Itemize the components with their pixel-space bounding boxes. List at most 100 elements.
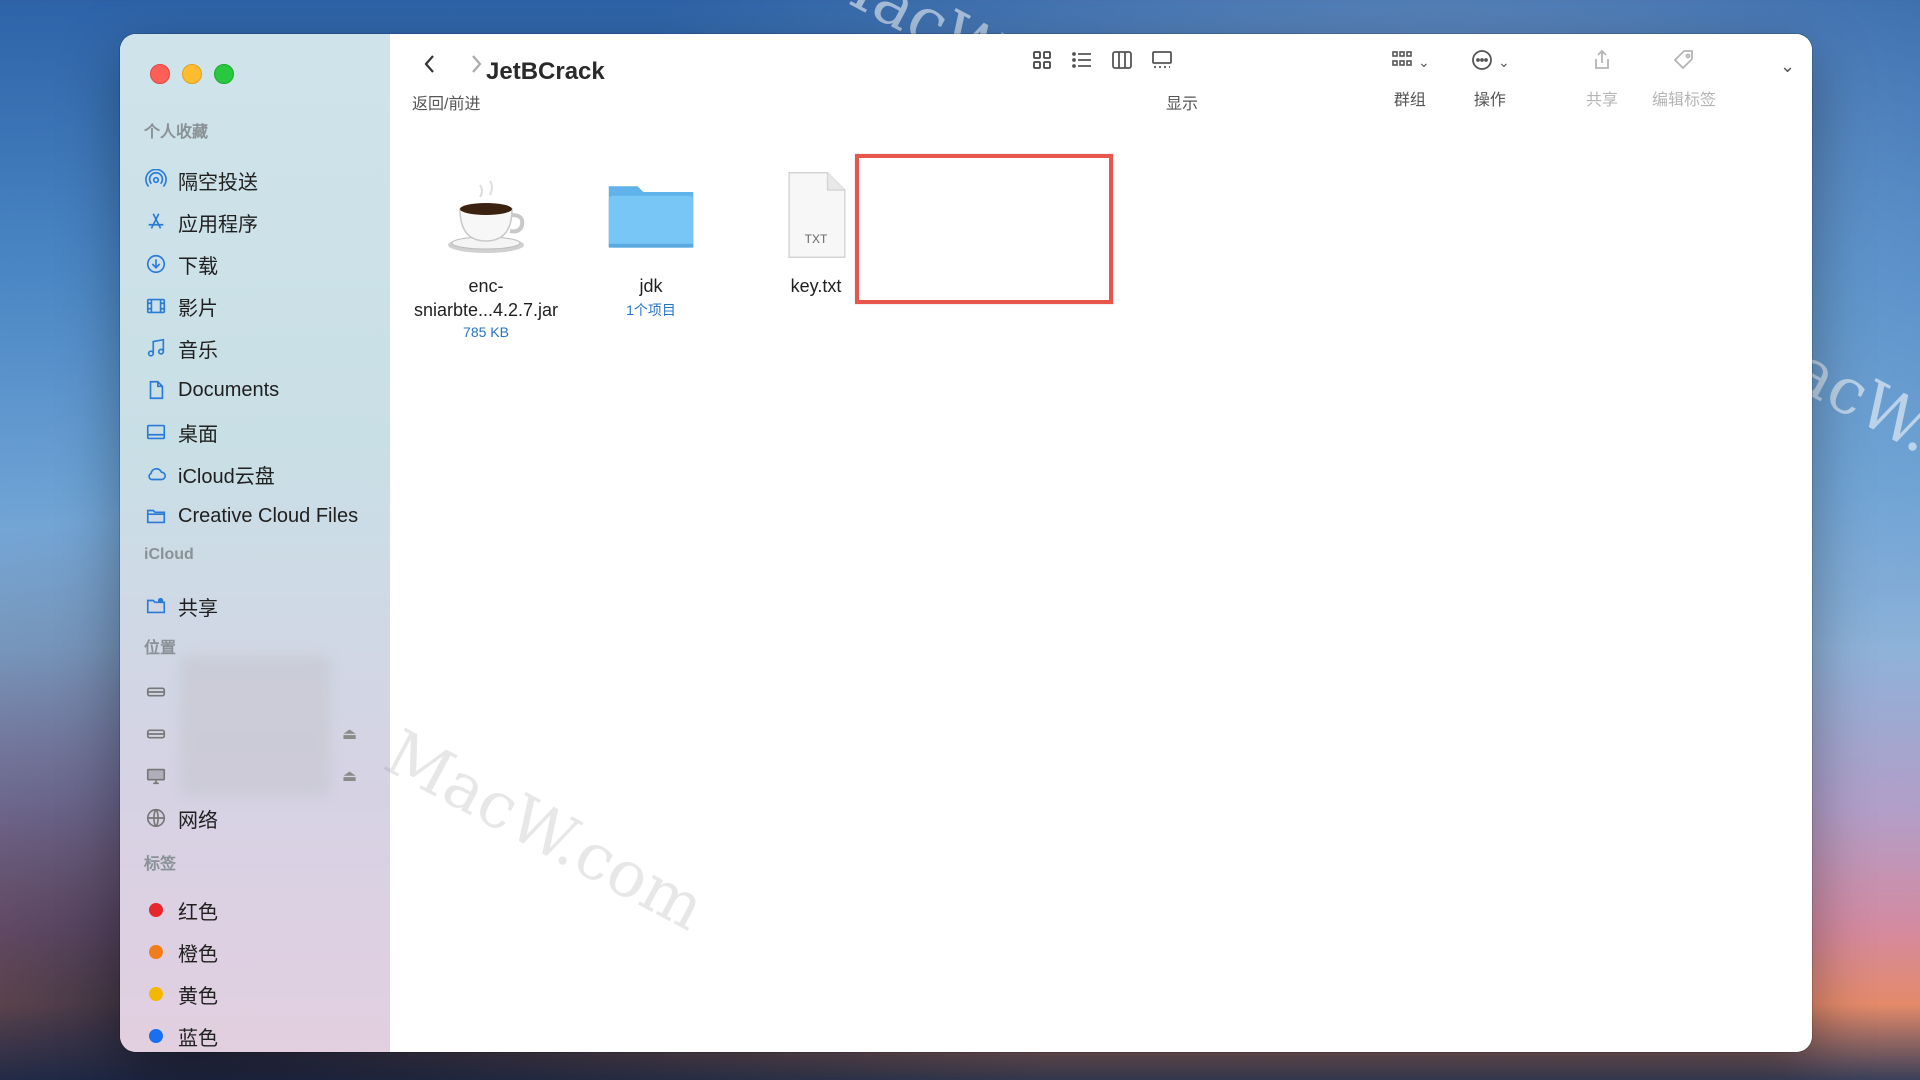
tag-color-dot (149, 1029, 163, 1043)
more-menu-1[interactable]: ⌄ (1780, 52, 1795, 80)
sidebar-item-label: 黄色 (178, 985, 218, 1008)
tag-color-dot (149, 945, 163, 959)
list-view-icon[interactable] (1070, 48, 1094, 77)
sidebar-tag-red[interactable]: 红色 (144, 892, 218, 928)
chevron-down-icon: ⌄ (1498, 53, 1510, 70)
file-item-jdk[interactable]: jdk 1个项目 (571, 160, 731, 320)
window-title: JetBCrack (486, 58, 605, 85)
sidebar-item-label: 共享 (178, 597, 218, 620)
downloads-icon (144, 252, 168, 276)
action-button[interactable]: ⌄ 操作 (1470, 48, 1510, 110)
tag-color-dot (149, 987, 163, 1001)
chevron-down-icon: ⌄ (1418, 53, 1430, 70)
sidebar-item-music[interactable]: 音乐 (144, 330, 218, 366)
share-icon (1590, 48, 1614, 77)
sidebar-item-label: 桌面 (178, 423, 218, 446)
zoom-button[interactable] (214, 64, 234, 84)
locations-header: 位置 (144, 640, 177, 657)
view-switcher[interactable] (1030, 48, 1174, 76)
sidebar-item-downloads[interactable]: 下载 (144, 246, 218, 282)
folder-icon (144, 504, 168, 528)
sidebar-item-label: Documents (178, 378, 280, 401)
icon-view-icon[interactable] (1030, 48, 1054, 77)
disk-icon (144, 680, 168, 704)
tags-header: 标签 (144, 856, 177, 873)
airdrop-icon (144, 168, 168, 192)
view-label-wrap: 显示 (1166, 90, 1198, 114)
window-controls (150, 64, 234, 84)
sidebar-item-label: 隔空投送 (178, 171, 258, 194)
tag-icon (1672, 48, 1696, 77)
forward-button[interactable] (466, 52, 486, 81)
sidebar-item-label: 音乐 (178, 339, 218, 362)
icloud-header: iCloud (144, 546, 194, 563)
sidebar-item-documents[interactable]: Documents (144, 372, 279, 408)
sidebar-item-network[interactable]: 网络 (144, 800, 218, 836)
eject-icon[interactable]: ⏏ (342, 724, 357, 744)
group-button[interactable]: ⌄ 群组 (1390, 48, 1430, 110)
minimize-button[interactable] (182, 64, 202, 84)
edit-tags-button[interactable]: 编辑标签 (1652, 48, 1716, 110)
sidebar-item-label: 影片 (178, 297, 218, 320)
sidebar-item-computer[interactable] (144, 758, 168, 794)
close-button[interactable] (150, 64, 170, 84)
sidebar-item-label: 网络 (178, 809, 218, 832)
edit-tags-label: 编辑标签 (1652, 92, 1717, 109)
sidebar-item-label: 红色 (178, 901, 218, 924)
file-name-2: sniarbte...4.2.7.jar (413, 300, 559, 320)
redacted-locations (180, 656, 330, 796)
file-size: 785 KB (463, 324, 509, 340)
file-name: jdk (639, 276, 663, 296)
network-icon (144, 806, 168, 830)
sidebar-item-icloud-drive[interactable]: iCloud云盘 (144, 456, 275, 492)
sidebar-item-disk-2[interactable] (144, 716, 168, 752)
sidebar-item-creative-cloud[interactable]: Creative Cloud Files (144, 498, 358, 534)
computer-icon (144, 764, 168, 788)
sidebar-item-movies[interactable]: 影片 (144, 288, 218, 324)
ellipsis-circle-icon (1470, 48, 1494, 77)
view-label: 显示 (1166, 96, 1199, 113)
sidebar-tag-blue[interactable]: 蓝色 (144, 1018, 218, 1052)
back-button[interactable] (420, 52, 440, 81)
sidebar-item-disk-1[interactable] (144, 674, 168, 710)
sidebar-item-label: 橙色 (178, 943, 218, 966)
icloud-icon (144, 462, 168, 486)
group-icon (1390, 48, 1414, 77)
chevron-down-icon: ⌄ (1780, 55, 1796, 76)
sidebar-item-desktop[interactable]: 桌面 (144, 414, 218, 450)
group-label: 群组 (1393, 92, 1426, 109)
favorites-header: 个人收藏 (144, 124, 209, 141)
file-item-jar[interactable]: enc- sniarbte...4.2.7.jar 785 KB (406, 160, 566, 340)
nav-label: 返回/前进 (412, 96, 481, 113)
toolbar: 返回/前进 JetBCrack 显示 ⌄ 群组 ⌄ 操作 共享 编辑标签 ⌄ (390, 34, 1812, 134)
file-area: enc- sniarbte...4.2.7.jar 785 KB jdk 1个项… (373, 134, 1812, 1052)
tag-color-dot (149, 903, 163, 917)
eject-icon[interactable]: ⏏ (342, 766, 357, 786)
gallery-view-icon[interactable] (1150, 48, 1174, 77)
file-name: enc- (468, 276, 504, 296)
sidebar-tag-yellow[interactable]: 黄色 (144, 976, 218, 1012)
sidebar-item-applications[interactable]: 应用程序 (144, 204, 258, 240)
share-button[interactable]: 共享 (1586, 48, 1618, 110)
sidebar-item-label: 下载 (178, 255, 218, 278)
sidebar-item-label: 蓝色 (178, 1027, 218, 1050)
sidebar-item-label: Creative Cloud Files (178, 504, 359, 527)
sidebar-item-shared[interactable]: 共享 (144, 588, 218, 624)
folder-icon (596, 160, 706, 270)
disk-icon (144, 722, 168, 746)
document-icon (144, 378, 168, 402)
java-coffee-icon (431, 160, 541, 270)
movies-icon (144, 294, 168, 318)
watermark: MacW.com (373, 716, 717, 946)
sidebar-item-label: iCloud云盘 (178, 465, 275, 488)
finder-window: 个人收藏 隔空投送 应用程序 下载 影片 音乐 Documents 桌面 iCl… (120, 34, 1812, 1052)
sidebar-item-label: 应用程序 (178, 213, 258, 236)
highlight-annotation-box (855, 154, 1113, 304)
sidebar-item-airdrop[interactable]: 隔空投送 (144, 162, 258, 198)
column-view-icon[interactable] (1110, 48, 1134, 77)
sidebar-tag-orange[interactable]: 橙色 (144, 934, 218, 970)
music-icon (144, 336, 168, 360)
applications-icon (144, 210, 168, 234)
desktop-icon (144, 420, 168, 444)
action-label: 操作 (1473, 92, 1506, 109)
